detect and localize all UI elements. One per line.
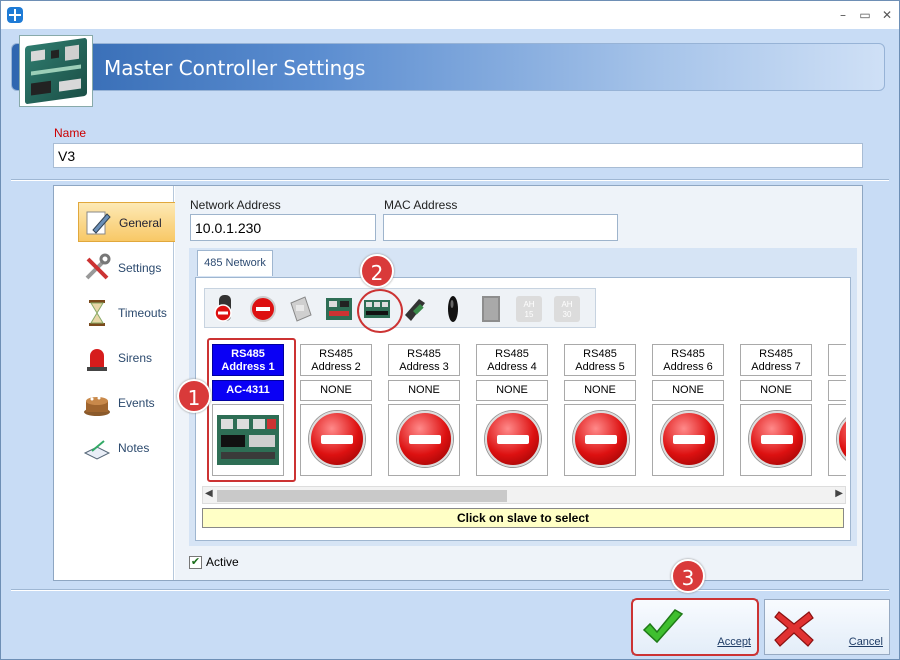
slave-type-label: NONE: [564, 380, 636, 401]
no-entry-icon: [573, 411, 629, 467]
name-input[interactable]: V3: [53, 143, 863, 168]
sidebar-item-label: General: [119, 216, 162, 230]
network-address-input[interactable]: 10.0.1.230: [190, 214, 376, 241]
sidebar-item-notes[interactable]: Notes: [78, 428, 176, 468]
cancel-button[interactable]: Cancel: [764, 599, 890, 655]
sidebar-item-general[interactable]: General: [78, 202, 176, 242]
slave-address-label: RS485 Address 4: [476, 344, 548, 376]
fob-icon[interactable]: [437, 293, 469, 325]
no-entry-icon: [485, 411, 541, 467]
ah15-top-label: AH: [523, 300, 534, 309]
step-badge-2: 2: [360, 254, 394, 288]
minimize-button[interactable]: –: [831, 5, 855, 25]
divider: [11, 589, 889, 591]
sidebar: General Settings Timeouts Sirens Events …: [54, 186, 176, 580]
scroll-left-icon[interactable]: ◀: [205, 488, 213, 499]
hint-bar: Click on slave to select: [202, 508, 844, 528]
header-banner: Master Controller Settings: [11, 43, 885, 91]
notes-icon: [83, 440, 111, 460]
none-icon[interactable]: [247, 293, 279, 325]
no-entry-icon: [837, 411, 846, 467]
network-tab-area: 485 Network AH 15 AH 30 RS485 Address 1 …: [189, 248, 857, 546]
general-content: Network Address 10.0.1.230 MAC Address 4…: [175, 186, 862, 580]
ah15-bottom-label: 15: [525, 310, 534, 319]
slave-address-label: RS485 Address 3: [388, 344, 460, 376]
reader-remove-icon[interactable]: [209, 293, 241, 325]
none-device-icon: [476, 404, 548, 476]
none-device-icon: [300, 404, 372, 476]
page-title: Master Controller Settings: [104, 56, 366, 80]
cancel-label: Cancel: [848, 636, 883, 648]
sidebar-item-label: Sirens: [118, 351, 153, 365]
step-badge-3: 3: [671, 559, 705, 593]
none-device-icon: [740, 404, 812, 476]
slave-address-label: RS485 Address 2: [300, 344, 372, 376]
sidebar-item-label: Events: [118, 396, 155, 410]
sidebar-item-label: Timeouts: [118, 306, 167, 320]
pen-icon: [86, 211, 111, 235]
board-icon[interactable]: [323, 293, 355, 325]
sidebar-item-events[interactable]: Events: [78, 383, 176, 423]
mac-address-input[interactable]: [383, 214, 618, 241]
none-device-icon: [388, 404, 460, 476]
step-badge-1: 1: [177, 379, 211, 413]
controller-board-image: [19, 35, 93, 107]
panel-grey-icon[interactable]: [475, 293, 507, 325]
cancel-x-icon: [774, 611, 814, 647]
mac-address-label: MAC Address: [384, 198, 458, 212]
none-device-icon: [652, 404, 724, 476]
ah30-icon[interactable]: AH 30: [551, 293, 583, 325]
none-device-icon: [828, 404, 846, 476]
no-entry-icon: [749, 411, 805, 467]
close-button[interactable]: ✕: [875, 5, 899, 25]
slave-address-label: [828, 344, 846, 376]
siren-icon: [87, 349, 107, 371]
no-entry-icon: [309, 411, 365, 467]
ah30-top-label: AH: [561, 300, 572, 309]
scroll-thumb[interactable]: [217, 490, 507, 502]
reader-dark-icon[interactable]: [399, 293, 431, 325]
active-label: Active: [206, 555, 239, 569]
name-label: Name: [54, 126, 87, 140]
slave-type-label: NONE: [476, 380, 548, 401]
sidebar-item-settings[interactable]: Settings: [78, 248, 176, 288]
sidebar-item-sirens[interactable]: Sirens: [78, 338, 176, 378]
network-tab-body: AH 15 AH 30 RS485 Address 1 AC-4311 RS485 Ad…: [195, 277, 851, 541]
none-device-icon: [564, 404, 636, 476]
slave-type-label: NONE: [388, 380, 460, 401]
slave-type-label: NONE: [740, 380, 812, 401]
scroll-right-icon[interactable]: ▶: [835, 488, 843, 499]
accept-highlight: [631, 598, 759, 656]
toolbar-highlight: [357, 289, 403, 333]
dialog-window: – ▭ ✕ Master Controller Settings Name V3: [0, 0, 900, 660]
slave-address-label: RS485 Address 6: [652, 344, 724, 376]
slave-list: RS485 Address 1 AC-4311 RS485 Address 2 NONE R…: [202, 338, 846, 484]
horizontal-scrollbar[interactable]: ◀ ▶: [202, 486, 846, 504]
sidebar-item-timeouts[interactable]: Timeouts: [78, 293, 176, 333]
hourglass-icon: [89, 300, 105, 326]
slave-type-label: NONE: [652, 380, 724, 401]
cake-icon: [84, 396, 110, 416]
network-address-label: Network Address: [190, 198, 281, 212]
tools-icon: [85, 253, 111, 280]
ah15-icon[interactable]: AH 15: [513, 293, 545, 325]
tab-485-network[interactable]: 485 Network: [197, 250, 273, 276]
divider: [11, 179, 889, 181]
no-entry-icon: [661, 411, 717, 467]
slave-type-label: [828, 380, 846, 401]
selected-slave-highlight: [207, 338, 296, 482]
app-icon: [7, 7, 23, 23]
active-checkbox[interactable]: ✔: [189, 556, 202, 569]
sidebar-item-label: Notes: [118, 441, 150, 455]
ah30-bottom-label: 30: [563, 310, 572, 319]
slave-type-label: NONE: [300, 380, 372, 401]
title-bar: – ▭ ✕: [1, 1, 899, 29]
module-grey-icon[interactable]: [285, 293, 317, 325]
slave-address-label: RS485 Address 5: [564, 344, 636, 376]
slave-address-label: RS485 Address 7: [740, 344, 812, 376]
sidebar-item-label: Settings: [118, 261, 162, 275]
settings-panel: General Settings Timeouts Sirens Events …: [53, 185, 863, 581]
no-entry-icon: [397, 411, 453, 467]
maximize-button[interactable]: ▭: [853, 5, 877, 25]
